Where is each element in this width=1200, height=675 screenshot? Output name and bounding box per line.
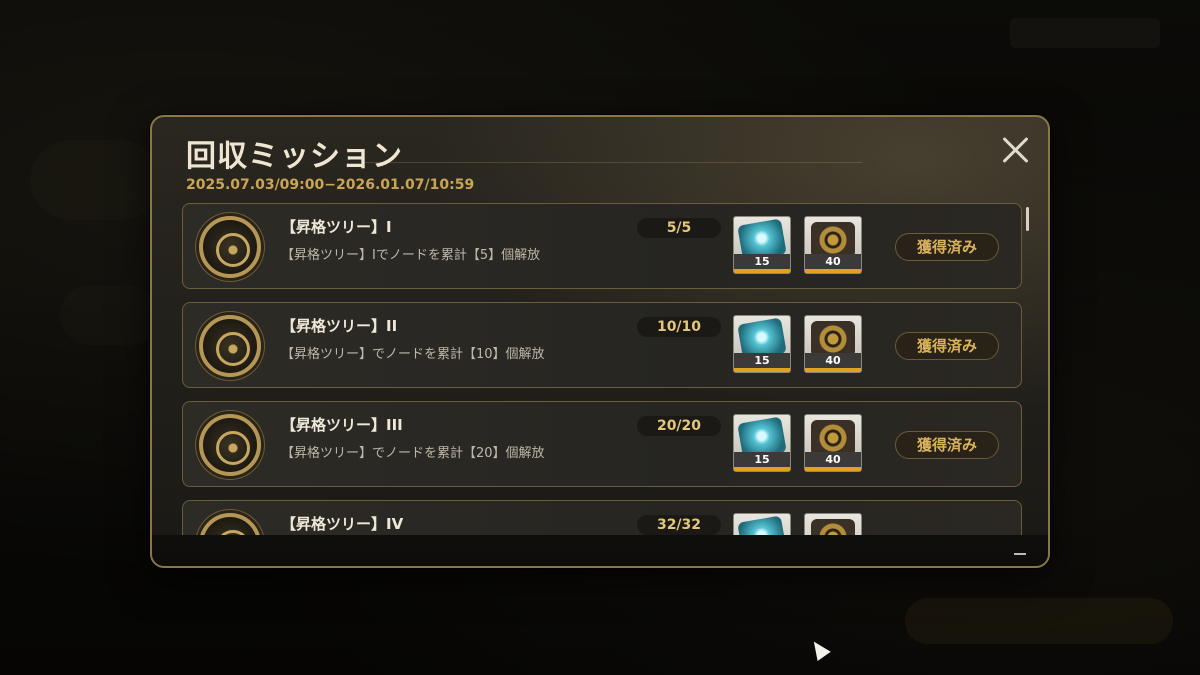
reward-item[interactable]: 40 (804, 216, 862, 274)
mission-medal-icon (199, 315, 261, 377)
rarity-bar (734, 269, 790, 273)
mission-progress: 10/10 (637, 317, 721, 337)
footer-indicator (1014, 553, 1026, 555)
mission-row: 【昇格ツリー】III 【昇格ツリー】でノードを累計【20】個解放 20/20 1… (182, 401, 1022, 487)
decorative-line (362, 162, 862, 163)
mission-progress: 5/5 (637, 218, 721, 238)
close-icon[interactable] (998, 133, 1032, 167)
rarity-bar (805, 269, 861, 273)
reward-item[interactable]: 40 (804, 315, 862, 373)
dialog-footer (152, 535, 1048, 566)
mission-row: 【昇格ツリー】IV 32/32 (182, 500, 1022, 535)
reward-quantity: 40 (805, 452, 861, 467)
mission-list[interactable]: 【昇格ツリー】I 【昇格ツリー】Iでノードを累計【5】個解放 5/5 15 40… (182, 203, 1022, 535)
rarity-bar (734, 368, 790, 372)
mission-title: 【昇格ツリー】II (281, 317, 398, 335)
gold-cog-icon (811, 222, 855, 258)
dialog-title: 回収ミッション (186, 139, 403, 174)
reward-quantity: 15 (734, 254, 790, 269)
reward-item[interactable]: 15 (733, 414, 791, 472)
reward-quantity: 40 (805, 353, 861, 368)
event-period: 2025.07.03/09:00−2026.01.07/10:59 (186, 177, 475, 193)
mission-description: 【昇格ツリー】でノードを累計【20】個解放 (281, 446, 545, 461)
gold-cog-icon (811, 519, 855, 535)
reward-item[interactable] (733, 513, 791, 535)
mission-description: 【昇格ツリー】Iでノードを累計【5】個解放 (281, 248, 541, 263)
mission-title: 【昇格ツリー】I (281, 218, 392, 236)
rarity-bar (805, 467, 861, 471)
reward-quantity: 40 (805, 254, 861, 269)
mission-description: 【昇格ツリー】でノードを累計【10】個解放 (281, 347, 545, 362)
mission-row: 【昇格ツリー】I 【昇格ツリー】Iでノードを累計【5】個解放 5/5 15 40… (182, 203, 1022, 289)
reward-quantity: 15 (734, 353, 790, 368)
reward-item[interactable]: 15 (733, 216, 791, 274)
rarity-bar (734, 467, 790, 471)
rarity-bar (805, 368, 861, 372)
mission-medal-icon (199, 513, 261, 535)
gold-cog-icon (811, 420, 855, 456)
mission-medal-icon (199, 216, 261, 278)
list-scrollbar[interactable] (1026, 207, 1029, 231)
claimed-button[interactable]: 獲得済み (895, 233, 999, 261)
mission-row: 【昇格ツリー】II 【昇格ツリー】でノードを累計【10】個解放 10/10 15… (182, 302, 1022, 388)
reward-quantity: 15 (734, 452, 790, 467)
mission-progress: 20/20 (637, 416, 721, 436)
reward-item[interactable] (804, 513, 862, 535)
mission-medal-icon (199, 414, 261, 476)
mission-title: 【昇格ツリー】IV (281, 515, 404, 533)
gold-cog-icon (811, 321, 855, 357)
claimed-button[interactable]: 獲得済み (895, 431, 999, 459)
mission-title: 【昇格ツリー】III (281, 416, 403, 434)
claimed-button[interactable]: 獲得済み (895, 332, 999, 360)
reward-item[interactable]: 40 (804, 414, 862, 472)
reward-item[interactable]: 15 (733, 315, 791, 373)
crystal-gem-icon (737, 515, 787, 535)
mission-dialog: 回収ミッション 2025.07.03/09:00−2026.01.07/10:5… (150, 115, 1050, 568)
mission-progress: 32/32 (637, 515, 721, 535)
